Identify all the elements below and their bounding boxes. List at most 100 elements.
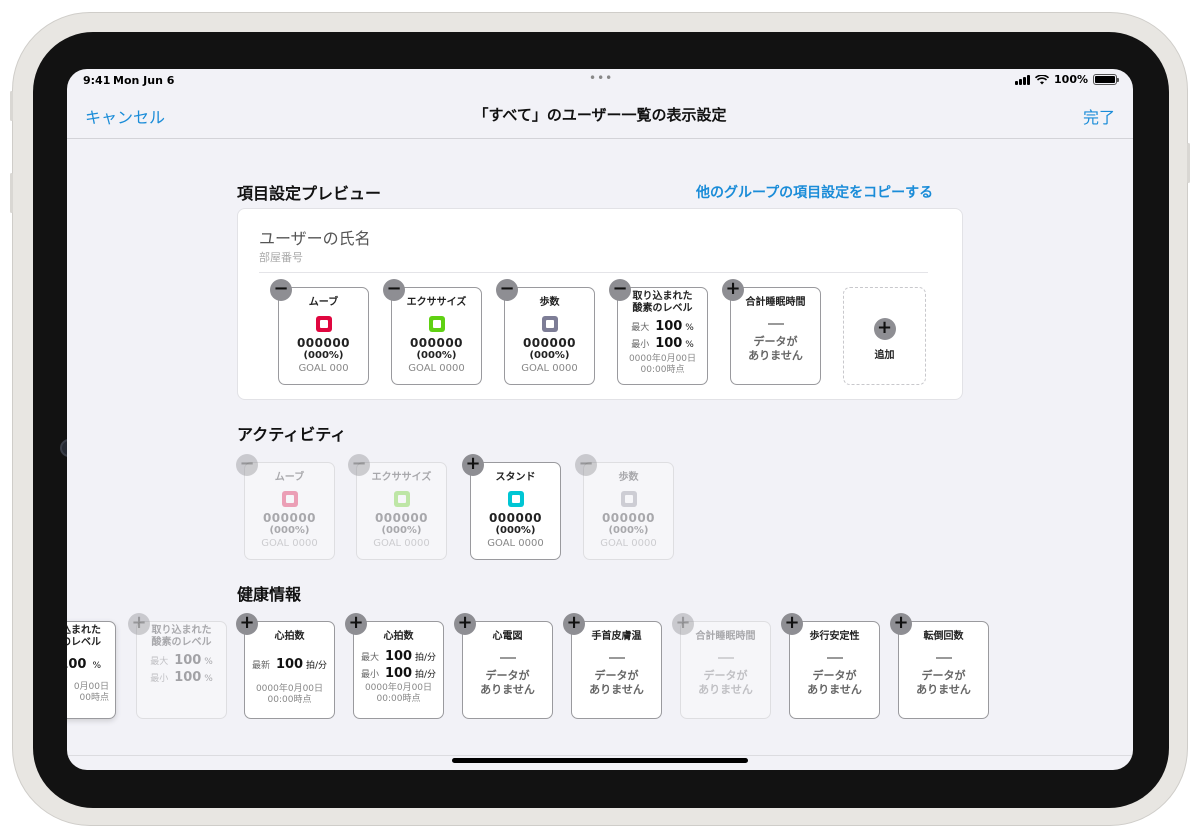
no-data-dash-icon (717, 657, 734, 659)
health-tile-ecg[interactable]: 心電図 データが ありません (462, 621, 553, 719)
tile-percent: (000%) (416, 350, 457, 361)
tile-value: 000000 (262, 511, 317, 525)
health-tile-sleep: 合計睡眠時間 データが ありません (680, 621, 771, 719)
latest-label: 最新 (251, 661, 270, 671)
remove-oxygen-button[interactable]: − (609, 279, 631, 301)
timestamp: 0000年0月00日 00:00時点 (618, 354, 707, 376)
unit: % (204, 657, 213, 667)
add-skin-temp-button[interactable]: + (563, 613, 585, 635)
add-heart-rate-range-button[interactable]: + (345, 613, 367, 635)
page-title: 「すべて」のユーザー一覧の表示設定 (473, 106, 727, 124)
tile-label-line1: 取り込まれた (632, 291, 693, 302)
tile-label-line1: 取り込まれた (151, 625, 212, 636)
timestamp: 0000年0月00日 00:00時点 (245, 684, 334, 706)
done-button[interactable]: 完了 (1083, 104, 1115, 128)
multitasking-dots-icon[interactable]: ••• (589, 71, 613, 85)
no-data-line2: ありません (916, 683, 971, 696)
preview-tile-oxygen[interactable]: 取り込まれた 酸素のレベル 最大 100 % 最小 100 % 0000年0月00日 0… (617, 287, 708, 385)
no-data-line1: データが (594, 669, 639, 682)
max-row: 最大 100 % (137, 653, 226, 668)
max-row: 最大 100 % (618, 319, 707, 334)
timestamp-time: 00時点 (79, 693, 109, 703)
unit: 拍/分 (414, 670, 437, 680)
home-indicator[interactable] (452, 758, 748, 763)
latest-row: 最新 100 拍/分 (245, 657, 334, 672)
timestamp-time: 00:00時点 (267, 695, 312, 705)
tile-value: 000000 (409, 336, 464, 350)
wifi-icon (1035, 74, 1050, 84)
battery-icon (1093, 74, 1119, 85)
add-ecg-button[interactable]: + (454, 613, 476, 635)
min-row: 最小 100 % (618, 336, 707, 351)
tile-label: スタンド (495, 472, 536, 483)
move-ring-icon (315, 316, 332, 332)
preview-tile-sleep[interactable]: 合計睡眠時間 データが ありません (730, 287, 821, 385)
status-bar: 9:41 Mon Jun 6 ••• 100% (67, 69, 1133, 91)
status-date: Mon Jun 6 (113, 74, 175, 87)
tile-value: 000000 (601, 511, 656, 525)
add-walking-stability-button[interactable]: + (781, 613, 803, 635)
no-data-text: データが ありません (463, 669, 552, 697)
remove-move-button[interactable]: − (270, 279, 292, 301)
health-tile-skin-temp[interactable]: 手首皮膚温 データが ありません (571, 621, 662, 719)
no-data-line2: ありません (589, 683, 644, 696)
activity-tile-stand[interactable]: スタンド 000000 (000%) GOAL 0000 (470, 462, 561, 560)
stand-ring-icon (507, 491, 524, 507)
preview-section-title: 項目設定プレビュー (237, 184, 382, 203)
health-tile-falls[interactable]: 転倒回数 データが ありません (898, 621, 989, 719)
remove-exercise-button[interactable]: − (383, 279, 405, 301)
activity-tile-move: ムーブ 000000 (000%) GOAL 0000 (244, 462, 335, 560)
activity-section-title: アクティビティ (237, 425, 347, 444)
remove-activity-move-button: − (236, 454, 258, 476)
activity-tile-steps: 歩数 000000 (000%) GOAL 0000 (583, 462, 674, 560)
no-data-text: データが ありません (731, 335, 820, 363)
preview-tile-move[interactable]: ムーブ 000000 (000%) GOAL 000 (278, 287, 369, 385)
no-data-line2: ありません (748, 349, 803, 362)
unit: % (685, 340, 694, 350)
add-sleep-button[interactable]: + (722, 279, 744, 301)
health-section-title: 健康情報 (237, 585, 302, 604)
preview-tile-steps[interactable]: 歩数 000000 (000%) GOAL 0000 (504, 287, 595, 385)
cellular-signal-icon (1015, 74, 1031, 85)
no-data-line2: ありません (807, 683, 862, 696)
tile-label-line2: のレベル (67, 637, 101, 648)
side-button (10, 91, 13, 121)
tile-label: 取り込まれた 酸素のレベル (137, 625, 226, 649)
navigation-bar: キャンセル 「すべて」のユーザー一覧の表示設定 完了 (67, 91, 1133, 139)
add-heart-rate-latest-button[interactable]: + (236, 613, 258, 635)
no-data-line1: データが (753, 335, 798, 348)
min-value: 100 (655, 336, 683, 351)
health-tile-heart-rate-latest[interactable]: 心拍数 最新 100 拍/分 0000年0月00日 00:00時点 (244, 621, 335, 719)
max-value: 100 (655, 319, 683, 334)
max-row: 最大 100 拍/分 (354, 649, 443, 664)
timestamp-time: 00:00時点 (640, 365, 685, 375)
unit: % (685, 323, 694, 333)
add-oxygen-button: + (128, 613, 150, 635)
max-label: 最大 (360, 653, 379, 663)
tile-label: 込まれたのレベル (67, 625, 115, 649)
steps-icon (620, 491, 637, 507)
tile-label: 歩行安定性 (809, 631, 860, 642)
move-ring-icon (281, 491, 298, 507)
tile-label: 歩数 (618, 472, 639, 483)
copy-settings-link[interactable]: 他のグループの項目設定をコピーする (696, 182, 933, 202)
health-tile-walking-stability[interactable]: 歩行安定性 データが ありません (789, 621, 880, 719)
no-data-line1: データが (485, 669, 530, 682)
timestamp-time: 00:00時点 (376, 694, 421, 704)
add-falls-button[interactable]: + (890, 613, 912, 635)
remove-steps-button[interactable]: − (496, 279, 518, 301)
no-data-dash-icon (826, 657, 843, 659)
unit: % (92, 661, 101, 671)
health-tile-heart-rate-range[interactable]: 心拍数 最大 100 拍/分 最小 100 拍/分 0000年0月00日 00:00時… (353, 621, 444, 719)
no-data-line1: データが (703, 669, 748, 682)
screen: 9:41 Mon Jun 6 ••• 100% キャンセル 「すべて」のユーザー… (67, 69, 1133, 770)
health-tile-oxygen-dragging[interactable]: 込まれたのレベル 100% 0月00日00時点 (67, 621, 116, 719)
timestamp-date: 0000年0月00日 (364, 683, 433, 693)
preview-tile-exercise[interactable]: エクササイズ 000000 (000%) GOAL 0000 (391, 287, 482, 385)
add-label: 追加 (874, 350, 895, 361)
tile-percent: (000%) (269, 525, 310, 536)
unit: 拍/分 (305, 661, 328, 671)
add-stand-button[interactable]: + (462, 454, 484, 476)
add-item-tile[interactable]: + 追加 (843, 287, 926, 385)
steps-icon (541, 316, 558, 332)
